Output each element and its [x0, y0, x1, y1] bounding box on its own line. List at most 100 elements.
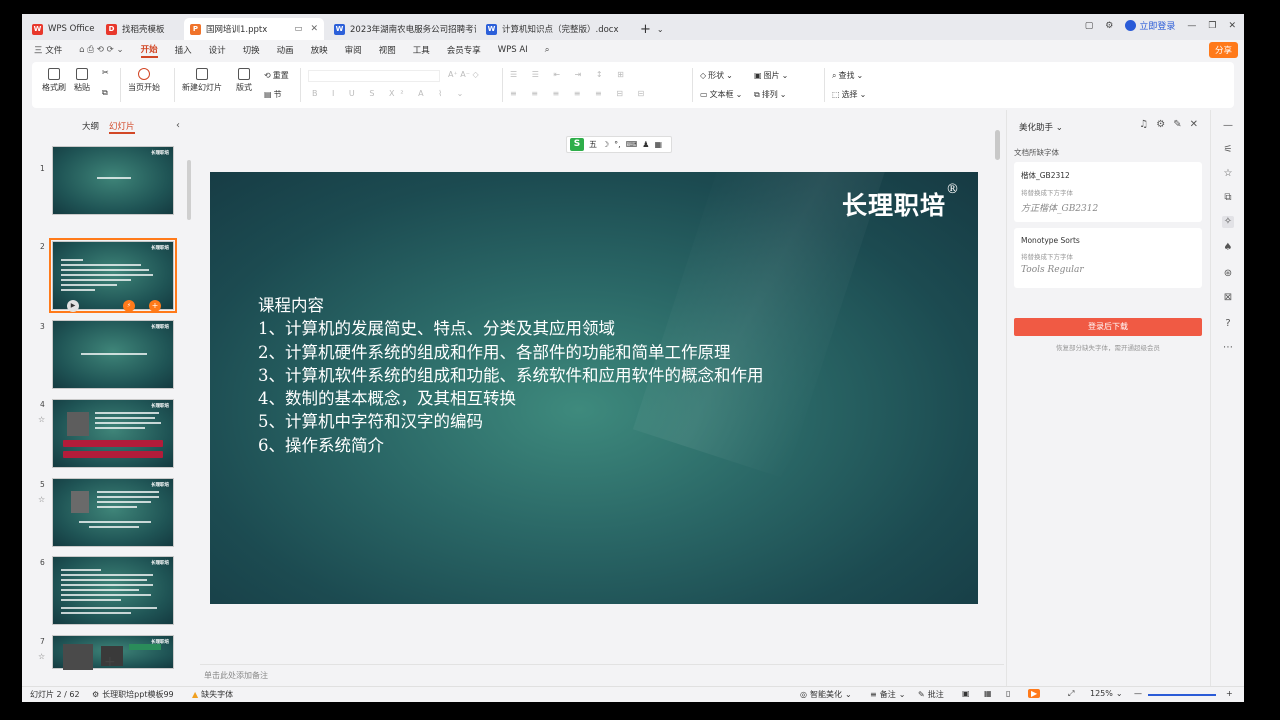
menu-home[interactable]: 开始 [140, 43, 158, 58]
collapse-panel-icon[interactable]: ‹ [176, 120, 180, 131]
font-size-controls[interactable]: A⁺ A⁻ ◇ [448, 70, 479, 79]
image-edit-icon[interactable]: ⊛ [1222, 268, 1234, 280]
star-icon[interactable]: ☆ [38, 652, 45, 661]
copy-icon[interactable]: ⧉ [102, 88, 108, 98]
smart-beautify-button[interactable]: ◎ 智能美化 ⌄ [800, 689, 852, 700]
menu-design[interactable]: 设计 [209, 44, 226, 56]
maximize-icon[interactable]: ❐ [1208, 21, 1216, 31]
login-button[interactable]: 立即登录 [1125, 19, 1175, 32]
missing-font-status[interactable]: ▲ 缺失字体 [192, 689, 233, 700]
headset-icon[interactable]: ♫ [1139, 119, 1148, 130]
share-button[interactable]: 分享 [1208, 42, 1238, 58]
grid-icon[interactable]: ▦ [654, 140, 662, 149]
keyboard-icon[interactable]: ⌨ [626, 140, 638, 149]
minimize-icon[interactable]: — [1187, 21, 1196, 31]
pin-icon[interactable]: ▭ [294, 24, 302, 34]
slide-thumbnail-2[interactable]: 长理职培 ▶ ⚡ + [49, 238, 177, 313]
shirt-icon[interactable]: ♠ [1222, 242, 1234, 254]
settings-icon[interactable]: ⚙ [1105, 21, 1113, 31]
slide-text-box[interactable]: 课程内容 1、计算机的发展简史、特点、分类及其应用领域 2、计算机硬件系统的组成… [258, 294, 764, 457]
menu-insert[interactable]: 插入 [175, 44, 192, 56]
normal-view-icon[interactable]: ▣ [962, 689, 970, 698]
star-icon[interactable]: ☆ [38, 495, 45, 504]
sliders-icon[interactable]: ⚟ [1222, 144, 1234, 156]
ai-icon[interactable]: ⚡ [123, 300, 135, 312]
arrange-button[interactable]: ⧉ 排列 ⌄ [754, 89, 786, 100]
search-icon[interactable]: ⌕ [545, 45, 550, 55]
more-icon[interactable]: ⋯ [1222, 342, 1234, 354]
menu-view[interactable]: 视图 [379, 44, 396, 56]
star-icon[interactable]: ☆ [38, 415, 45, 424]
thumbnail-scrollbar[interactable] [187, 160, 191, 220]
font-card[interactable]: 楷体_GB2312 将替换成下方字体 方正楷体_GB2312 [1014, 162, 1202, 222]
zoom-out-icon[interactable]: — [1134, 689, 1142, 698]
punctuation-icon[interactable]: °, [614, 140, 621, 149]
reset-button[interactable]: ⟲ 重置 [264, 70, 289, 81]
login-download-button[interactable]: 登录后下载 [1014, 318, 1202, 336]
collapse-icon[interactable]: — [1222, 120, 1234, 132]
tab-exam-doc[interactable]: W 2023年湖南农电服务公司招聘考试大 [328, 18, 476, 40]
menu-tools[interactable]: 工具 [413, 44, 430, 56]
textbox-button[interactable]: ▭ 文本框 ⌄ [700, 89, 742, 100]
select-button[interactable]: ⬚ 选择 ⌄ [832, 89, 866, 100]
play-icon[interactable]: ▶ [67, 300, 79, 312]
ime-floating-toolbar[interactable]: S 五 ☽ °, ⌨ ♟ ▦ [566, 136, 672, 153]
shape-button[interactable]: ◇ 形状 ⌄ [700, 70, 733, 81]
cut-icon[interactable]: ✂ [102, 68, 109, 77]
add-slide-icon[interactable]: + [149, 300, 161, 312]
moon-icon[interactable]: ☽ [602, 140, 609, 149]
current-slide[interactable]: 长理职培® 课程内容 1、计算机的发展简史、特点、分类及其应用领域 2、计算机硬… [210, 172, 978, 604]
menu-wps-ai[interactable]: WPS AI [498, 45, 528, 55]
close-tab-icon[interactable]: ✕ [310, 24, 318, 34]
template-name[interactable]: ⚙ 长理职培ppt模板99 [92, 689, 174, 700]
play-current-button[interactable]: 当页开始 [128, 68, 160, 93]
find-button[interactable]: ⌕ 查找 ⌄ [832, 70, 863, 81]
picture-button[interactable]: ▣ 图片 ⌄ [754, 70, 788, 81]
slide-thumbnail-3[interactable]: 长理职培 [52, 320, 174, 389]
quick-access-icons[interactable]: ⌂ ⎙ ⟲ ⟳ ⌄ [79, 45, 123, 55]
chevron-down-icon[interactable]: ⌄ [657, 25, 664, 34]
copy-icon[interactable]: ⧉ [1222, 192, 1234, 204]
tab-docer-templates[interactable]: D 找稻壳模板 [100, 18, 180, 40]
zoom-slider[interactable] [1148, 694, 1216, 696]
tab-knowledge-doc[interactable]: W 计算机知识点（完整版）.docx [480, 18, 630, 40]
slide-thumbnail-1[interactable]: 长理职培 [52, 146, 174, 215]
canvas-scrollbar[interactable] [995, 130, 1000, 160]
restore-layout-icon[interactable]: ▢ [1085, 21, 1094, 31]
font-name-box[interactable] [308, 70, 440, 82]
help-icon[interactable]: ? [1222, 318, 1234, 330]
menu-slideshow[interactable]: 放映 [311, 44, 328, 56]
text-format-controls[interactable]: B I U S X² A ⌇ ⌄ [312, 89, 469, 98]
menu-transition[interactable]: 切换 [243, 44, 260, 56]
new-slide-button[interactable]: 新建幻灯片 [182, 68, 222, 93]
layout-button[interactable]: 版式 [236, 68, 252, 93]
tab-outline[interactable]: 大纲 [82, 120, 99, 134]
menu-animation[interactable]: 动画 [277, 44, 294, 56]
section-button[interactable]: ▤ 节 [264, 89, 282, 100]
notes-toggle[interactable]: ≡ 备注 ⌄ [870, 689, 905, 700]
gear-icon[interactable]: ⚙ [1156, 119, 1165, 130]
slide-thumbnail-5[interactable]: 长理职培 [52, 478, 174, 547]
font-card[interactable]: Monotype Sorts 将替换成下方字体 Tools Regular [1014, 228, 1202, 288]
close-icon[interactable]: ✕ [1190, 119, 1198, 130]
star-icon[interactable]: ☆ [1222, 168, 1234, 180]
fit-window-icon[interactable]: ⤢ [1068, 689, 1074, 699]
tab-slides[interactable]: 幻灯片 [109, 120, 135, 134]
new-tab-button[interactable]: + ⌄ [634, 18, 670, 40]
menu-member[interactable]: 会员专享 [447, 44, 481, 56]
add-slide-button[interactable]: + [104, 654, 116, 670]
slide-thumbnail-6[interactable]: 长理职培 [52, 556, 174, 625]
slide-thumbnail-4[interactable]: 长理职培 [52, 399, 174, 468]
reading-view-icon[interactable]: ▯ [1006, 689, 1010, 698]
align-controls[interactable]: ≡ ≡ ≡ ≡ ≡ ⊟ ⊟ [510, 89, 650, 98]
panel-title[interactable]: 美化助手 ⌄ [1019, 121, 1063, 133]
slideshow-icon[interactable]: ▶ [1028, 689, 1041, 698]
crop-icon[interactable]: ⊠ [1222, 292, 1234, 304]
notes-area[interactable]: 单击此处添加备注 [200, 664, 1004, 684]
tab-wps-office[interactable]: W WPS Office [26, 18, 96, 40]
list-controls[interactable]: ☰ ☰ ⇤ ⇥ ↕ ⊞ [510, 70, 630, 79]
close-window-icon[interactable]: ✕ [1228, 21, 1236, 31]
paste-button[interactable]: 粘贴 [74, 68, 90, 93]
format-painter-button[interactable]: 格式刷 [42, 68, 66, 93]
menu-review[interactable]: 审阅 [345, 44, 362, 56]
